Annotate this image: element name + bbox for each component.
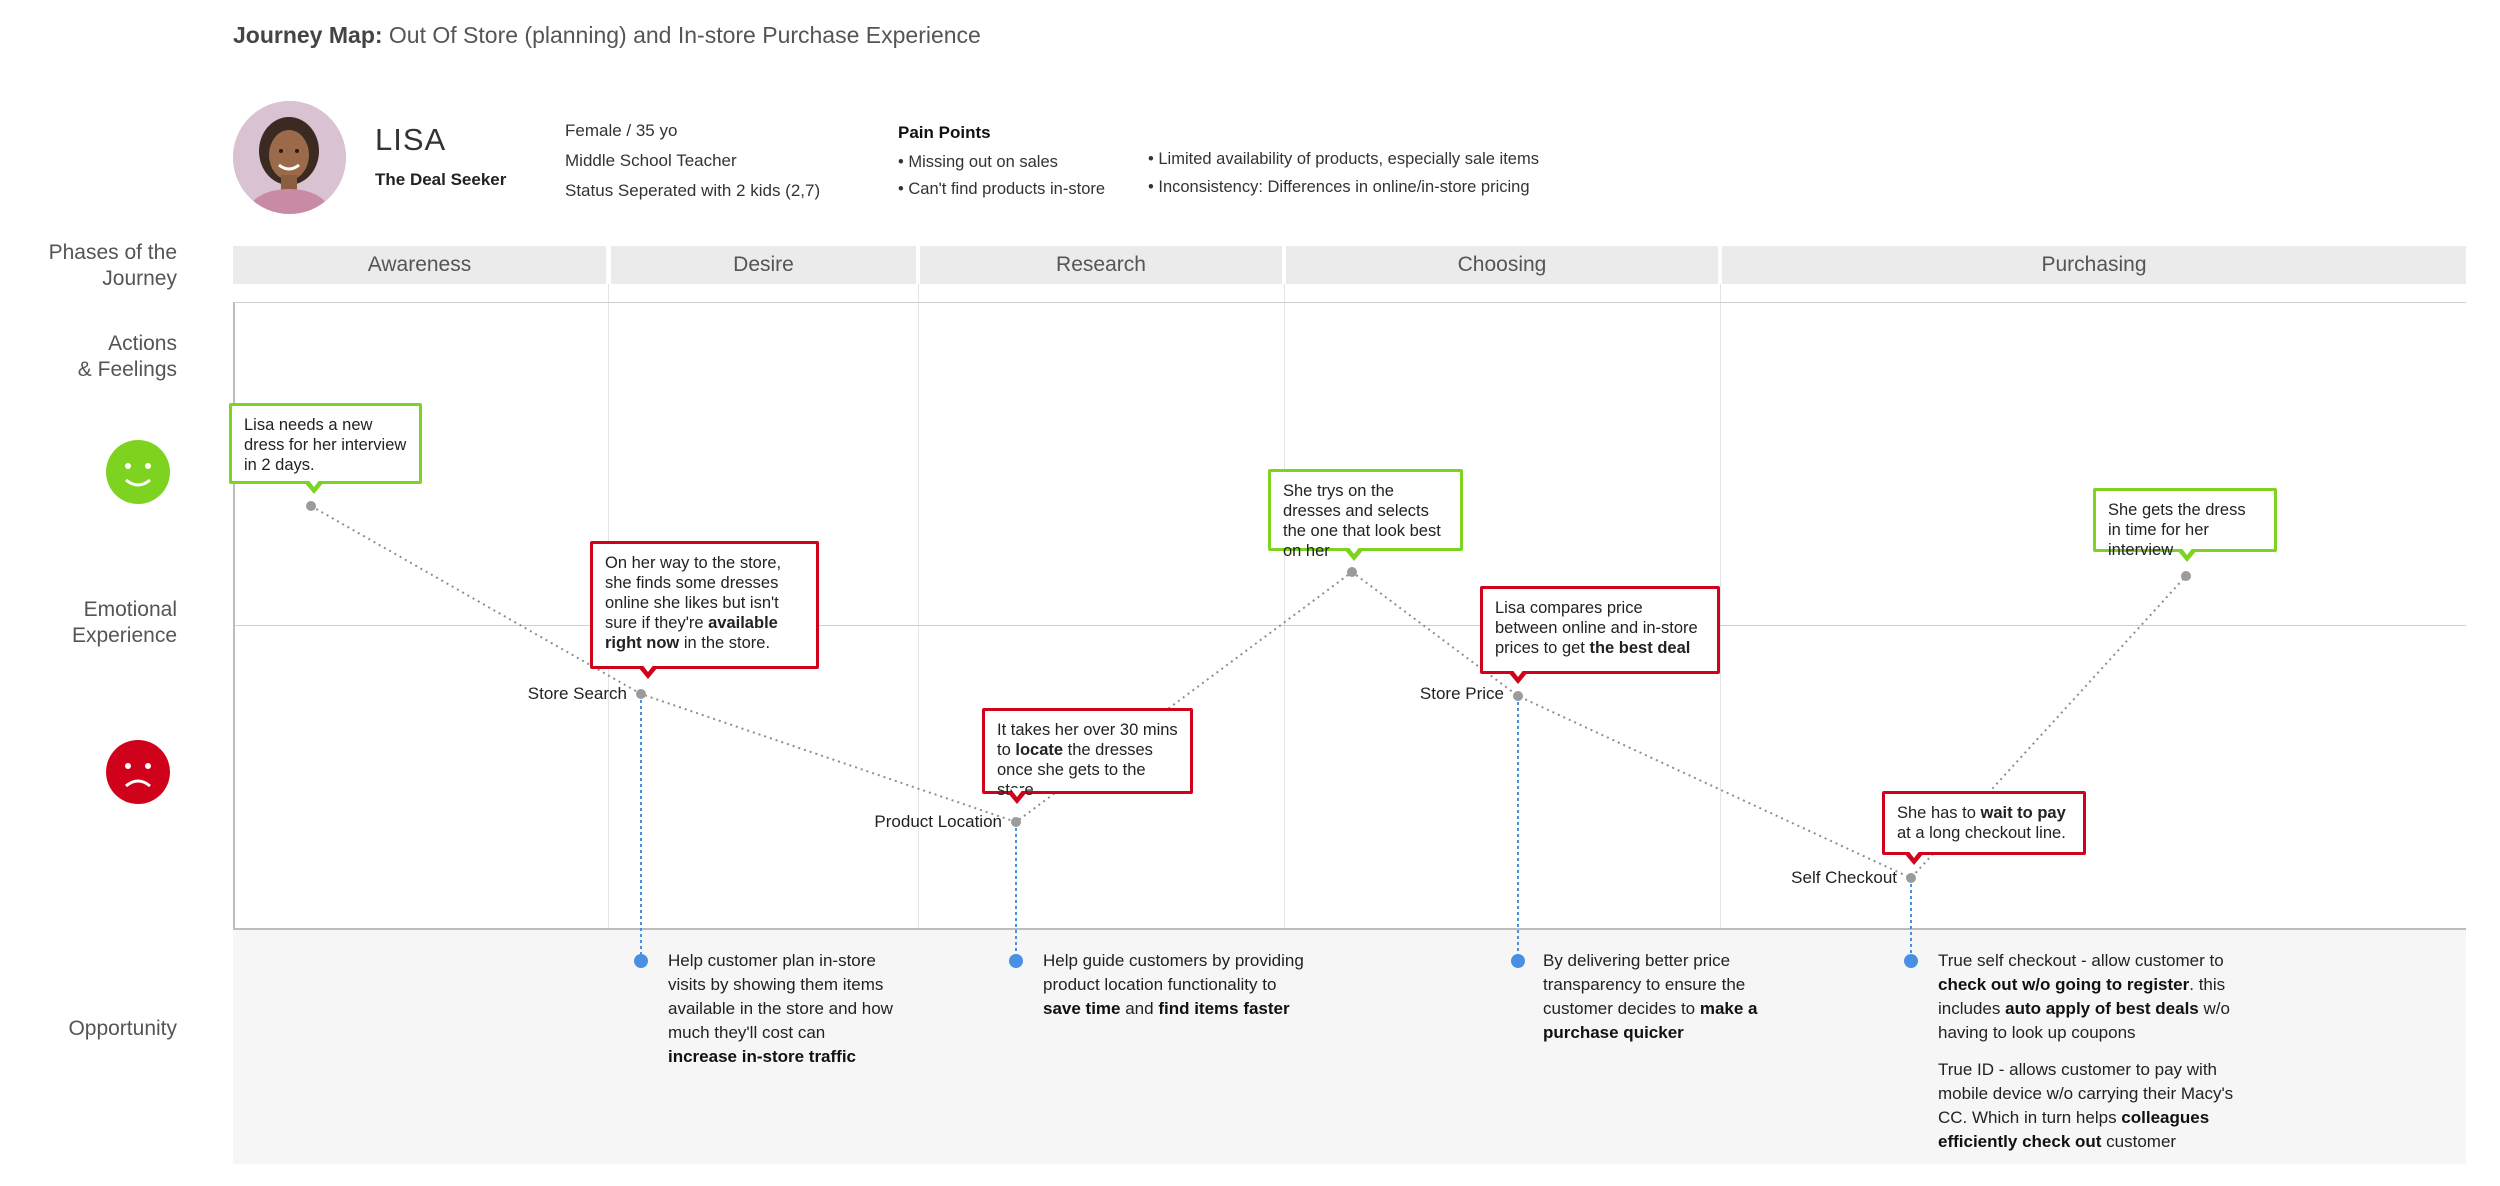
callout-tail	[304, 478, 324, 494]
callout-emphasis: the best deal	[1589, 639, 1691, 657]
callout-try-dresses: She trys on the dresses and selects the …	[1268, 469, 1463, 561]
opportunity-store-price: By delivering better price transparency …	[1543, 949, 1763, 1045]
callout-text: in the store.	[679, 634, 771, 652]
callout-text: Lisa needs a new dress for her interview…	[244, 416, 407, 474]
journey-point	[1347, 567, 1357, 577]
callout-need-dress: Lisa needs a new dress for her interview…	[229, 403, 422, 494]
callout-self-checkout: She has to wait to pay at a long checkou…	[1882, 791, 2086, 865]
opportunity-dot	[1511, 954, 1525, 968]
opportunity-emphasis: check out w/o going to register	[1938, 975, 2190, 994]
callout-tail	[638, 663, 658, 679]
callout-store-search: On her way to the store, she finds some …	[590, 541, 819, 679]
callout-emphasis: wait to pay	[1980, 804, 2066, 822]
callout-tail	[2177, 546, 2197, 562]
opportunity-text: Help guide customers by providing produc…	[1043, 951, 1304, 994]
opportunity-emphasis: increase in-store traffic	[668, 1047, 857, 1066]
callout-tail	[1508, 668, 1528, 684]
opportunity-emphasis: save time	[1043, 999, 1121, 1018]
opportunity-product-location: Help guide customers by providing produc…	[1043, 949, 1305, 1021]
opportunity-text: True self checkout - allow customer to	[1938, 951, 2224, 970]
opportunity-self-checkout: True self checkout - allow customer to c…	[1938, 949, 2263, 1045]
callout-emphasis: locate	[1015, 741, 1064, 759]
opportunity-dot	[1009, 954, 1023, 968]
journey-point	[1513, 691, 1523, 701]
opportunity-dot	[634, 954, 648, 968]
opportunity-store-search: Help customer plan in-store visits by sh…	[668, 949, 893, 1069]
callout-text: at a long checkout line.	[1897, 824, 2066, 842]
touchpoint-label-store-price: Store Price	[1419, 684, 1504, 703]
opportunity-text: Help customer plan in-store visits by sh…	[668, 951, 893, 1042]
opportunity-text: and	[1120, 999, 1159, 1018]
callout-text: She has to	[1897, 804, 1981, 822]
callout-tail	[1007, 788, 1027, 804]
opportunity-text: customer	[2101, 1132, 2177, 1151]
callout-tail	[1904, 849, 1924, 865]
opportunity-dot	[1904, 954, 1918, 968]
journey-point	[306, 501, 316, 511]
journey-point	[636, 689, 646, 699]
opportunity-emphasis: auto apply of best deals	[2005, 999, 2199, 1018]
touchpoint-label-self-checkout: Self Checkout	[1791, 868, 1897, 887]
callout-gets-dress: She gets the dress in time for her inter…	[2093, 488, 2277, 562]
callout-product-location: It takes her over 30 mins to locate the …	[982, 708, 1193, 804]
journey-point	[1011, 817, 1021, 827]
callout-tail	[1344, 545, 1364, 561]
opportunity-emphasis: find items faster	[1158, 999, 1290, 1018]
callout-store-price: Lisa compares price between online and i…	[1480, 586, 1720, 684]
opportunity-true-id: True ID - allows customer to pay with mo…	[1938, 1058, 2263, 1154]
touchpoint-label-product-location: Product Location	[874, 812, 1002, 831]
touchpoint-label-store-search: Store Search	[527, 684, 627, 703]
journey-point	[1906, 873, 1916, 883]
journey-point	[2181, 571, 2191, 581]
